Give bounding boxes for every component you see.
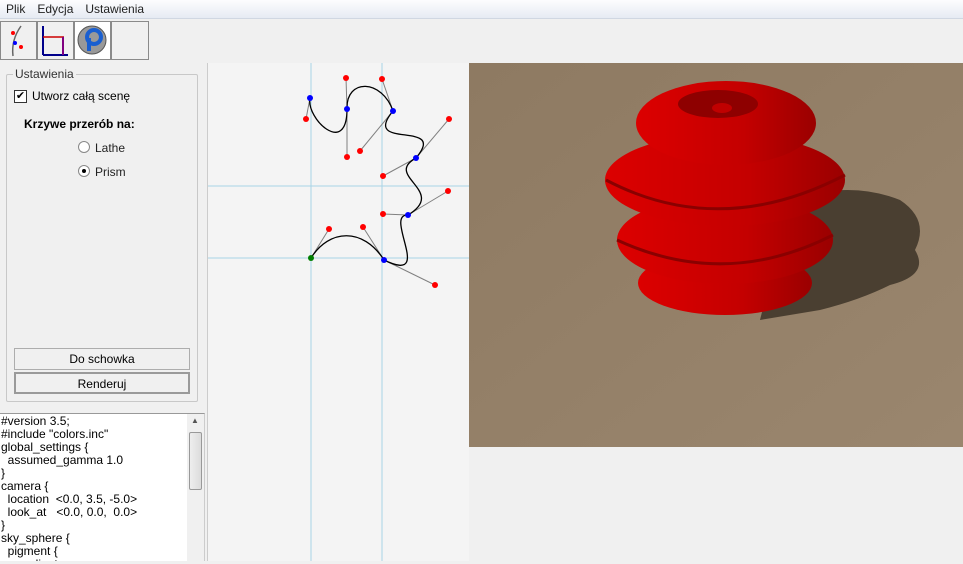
code-scrollbar[interactable]: ▲ bbox=[187, 414, 204, 561]
clipboard-button[interactable]: Do schowka bbox=[14, 348, 190, 370]
start-anchor-point[interactable] bbox=[308, 255, 314, 261]
control-handle[interactable] bbox=[326, 226, 332, 232]
lathe-radio[interactable] bbox=[78, 141, 90, 153]
curve-edit-icon bbox=[11, 25, 23, 57]
whole-scene-checkbox[interactable]: ✔ bbox=[14, 90, 27, 103]
handle-line bbox=[382, 213, 409, 216]
control-handle[interactable] bbox=[344, 154, 350, 160]
curve-edit-button[interactable] bbox=[0, 21, 37, 60]
code-text: #version 3.5; #include "colors.inc" glob… bbox=[1, 414, 138, 562]
anchor-point[interactable] bbox=[390, 108, 396, 114]
menu-plik[interactable]: Plik bbox=[0, 0, 31, 18]
anchor-point[interactable] bbox=[413, 155, 419, 161]
control-handle[interactable] bbox=[380, 211, 386, 217]
toolbar bbox=[0, 21, 149, 61]
anchor-point[interactable] bbox=[344, 106, 350, 112]
control-handle[interactable] bbox=[445, 188, 451, 194]
convert-label: Krzywe przerób na: bbox=[24, 117, 135, 131]
prism-label: Prism bbox=[95, 165, 126, 179]
prism-radio[interactable] bbox=[78, 165, 90, 177]
anchor-point[interactable] bbox=[381, 257, 387, 263]
menu-bar: Plik Edycja Ustawienia bbox=[0, 0, 963, 19]
control-handle[interactable] bbox=[379, 76, 385, 82]
scroll-thumb[interactable] bbox=[189, 432, 202, 490]
povray-icon bbox=[77, 25, 107, 55]
anchor-point[interactable] bbox=[405, 212, 411, 218]
control-handle[interactable] bbox=[343, 75, 349, 81]
control-handle[interactable] bbox=[360, 224, 366, 230]
render-preview bbox=[469, 63, 963, 447]
render-button[interactable]: Renderuj bbox=[14, 372, 190, 394]
axes-icon bbox=[42, 26, 68, 56]
menu-ustawienia[interactable]: Ustawienia bbox=[79, 0, 150, 18]
whole-scene-label: Utworz całą scenę bbox=[32, 89, 131, 103]
code-textarea[interactable]: #version 3.5; #include "colors.inc" glob… bbox=[0, 413, 205, 561]
scroll-up-icon[interactable]: ▲ bbox=[191, 416, 199, 425]
povray-button[interactable] bbox=[74, 21, 111, 60]
axes-button[interactable] bbox=[37, 21, 74, 60]
anchor-point[interactable] bbox=[307, 95, 313, 101]
control-handle[interactable] bbox=[357, 148, 363, 154]
bezier-curve bbox=[309, 85, 424, 266]
curve-editor-canvas[interactable] bbox=[207, 63, 470, 561]
lathe-label: Lathe bbox=[95, 141, 126, 155]
menu-edycja[interactable]: Edycja bbox=[31, 0, 79, 18]
control-handle[interactable] bbox=[303, 116, 309, 122]
control-handle[interactable] bbox=[380, 173, 386, 179]
control-handle[interactable] bbox=[446, 116, 452, 122]
empty-tool-button[interactable] bbox=[111, 21, 149, 60]
settings-group-title: Ustawienia bbox=[13, 67, 76, 81]
control-handle[interactable] bbox=[432, 282, 438, 288]
